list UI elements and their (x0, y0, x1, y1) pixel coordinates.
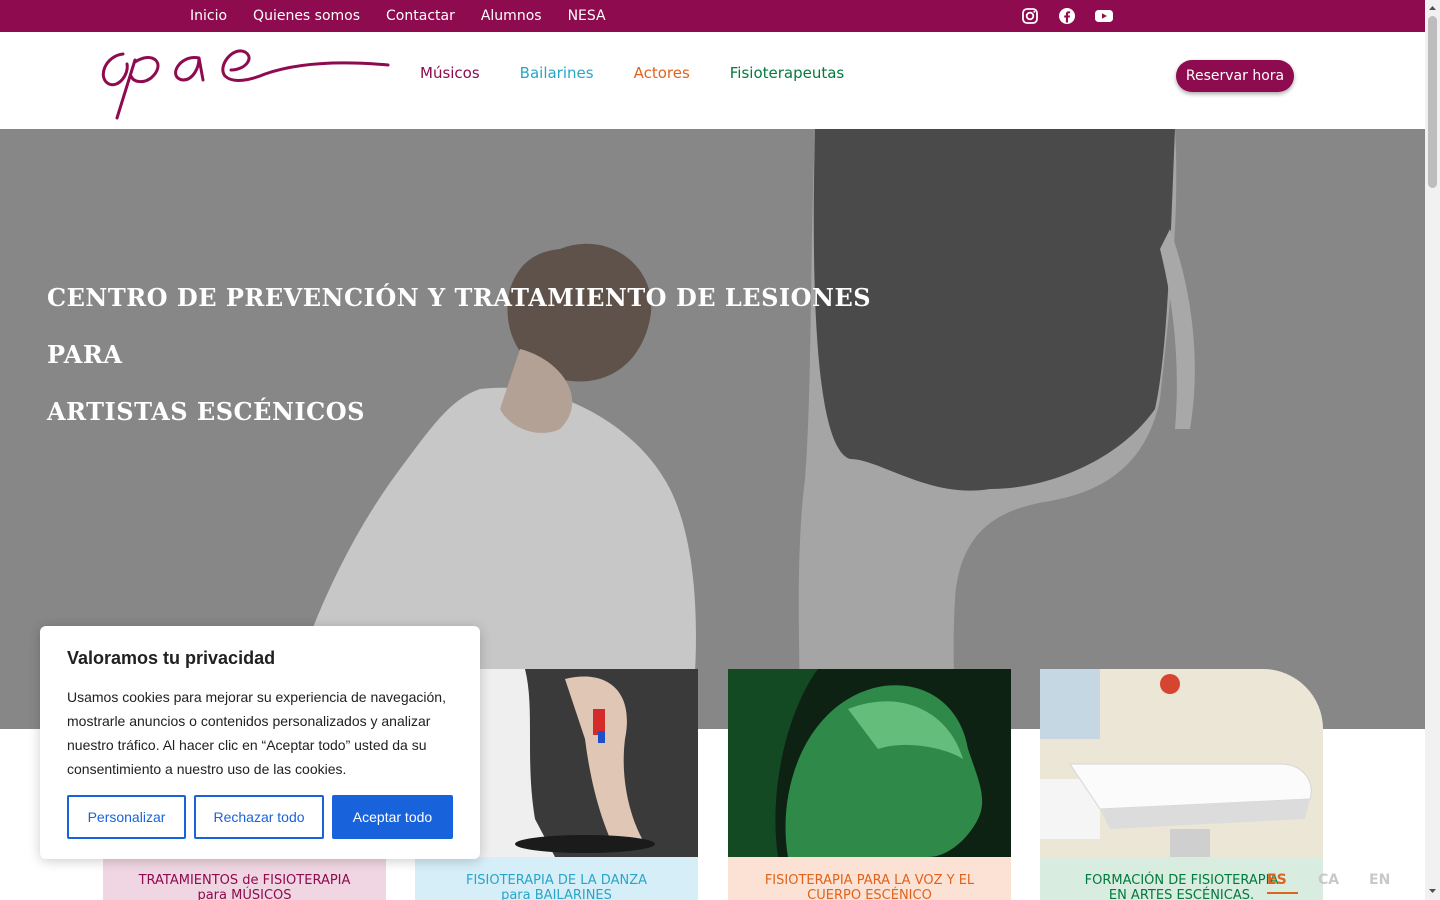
top-nav-alumnos[interactable]: Alumnos (481, 8, 542, 24)
top-nav-contactar[interactable]: Contactar (386, 8, 455, 24)
card-actores-image (728, 669, 1011, 857)
hero-title: CENTRO DE PREVENCIÓN Y TRATAMIENTO DE LE… (47, 269, 947, 440)
top-nav: Inicio Quienes somos Contactar Alumnos N… (190, 0, 632, 32)
language-es[interactable]: ES (1267, 872, 1298, 894)
card-actores[interactable]: FISIOTERAPIA PARA LA VOZ Y EL CUERPO ESC… (728, 669, 1011, 900)
card-actores-caption: FISIOTERAPIA PARA LA VOZ Y EL CUERPO ESC… (728, 857, 1011, 900)
top-bar: Inicio Quienes somos Contactar Alumnos N… (0, 0, 1425, 32)
language-en[interactable]: EN (1369, 872, 1390, 888)
nav-fisioterapeutas[interactable]: Fisioterapeutas (730, 64, 844, 82)
customize-button[interactable]: Personalizar (67, 795, 186, 839)
reject-all-button[interactable]: Rechazar todo (194, 795, 324, 839)
card-fisioterapeutas[interactable]: FORMACIÓN DE FISIOTERAPIA EN ARTES ESCÉN… (1040, 669, 1323, 900)
scrollbar-thumb[interactable] (1428, 16, 1437, 188)
hero-title-line2: ARTISTAS ESCÉNICOS (47, 397, 365, 426)
hero-title-line1: CENTRO DE PREVENCIÓN Y TRATAMIENTO DE LE… (47, 283, 872, 369)
accept-all-button[interactable]: Aceptar todo (332, 795, 453, 839)
top-nav-inicio[interactable]: Inicio (190, 8, 227, 24)
nav-actores[interactable]: Actores (634, 64, 690, 82)
card-fisioterapeutas-line2: EN ARTES ESCÉNICAS. (1108, 888, 1255, 900)
card-actores-line2: CUERPO ESCÉNICO (807, 888, 932, 900)
facebook-icon[interactable] (1057, 6, 1077, 26)
card-bailarines-caption: FISIOTERAPIA DE LA DANZA para BAILARINES (415, 857, 698, 900)
cookie-title: Valoramos tu privacidad (67, 648, 276, 668)
card-musicos-line1: TRATAMIENTOS de FISIOTERAPIA (138, 873, 351, 888)
reservar-hora-button[interactable]: Reservar hora (1176, 60, 1294, 92)
card-musicos-caption: TRATAMIENTOS de FISIOTERAPIA para MÚSICO… (103, 857, 386, 900)
main-nav: Músicos Bailarines Actores Fisioterapeut… (420, 64, 844, 82)
top-nav-nesa[interactable]: NESA (568, 8, 606, 24)
card-bailarines-line2: para BAILARINES (501, 888, 612, 900)
site-header: Músicos Bailarines Actores Fisioterapeut… (0, 32, 1425, 129)
youtube-icon[interactable] (1094, 6, 1114, 26)
language-ca[interactable]: CA (1318, 872, 1339, 888)
card-bailarines-line1: FISIOTERAPIA DE LA DANZA (465, 873, 647, 888)
top-nav-quienes-somos[interactable]: Quienes somos (253, 8, 360, 24)
card-fisioterapeutas-line1: FORMACIÓN DE FISIOTERAPIA (1084, 873, 1279, 888)
cpae-logo[interactable] (95, 42, 395, 122)
social-links (1020, 6, 1114, 26)
card-actores-line1: FISIOTERAPIA PARA LA VOZ Y EL (764, 873, 975, 888)
scroll-down-icon[interactable] (1425, 884, 1440, 898)
cookie-consent-banner: Valoramos tu privacidad Usamos cookies p… (40, 626, 480, 859)
scroll-up-icon[interactable] (1425, 1, 1440, 15)
card-fisioterapeutas-image (1040, 669, 1323, 857)
card-musicos-line2: para MÚSICOS (197, 888, 292, 900)
nav-bailarines[interactable]: Bailarines (520, 64, 594, 82)
page-scrollbar[interactable] (1425, 0, 1440, 900)
cookie-body: Usamos cookies para mejorar su experienc… (67, 689, 446, 777)
instagram-icon[interactable] (1020, 6, 1040, 26)
cookie-buttons: Personalizar Rechazar todo Aceptar todo (67, 795, 453, 839)
nav-musicos[interactable]: Músicos (420, 64, 480, 82)
